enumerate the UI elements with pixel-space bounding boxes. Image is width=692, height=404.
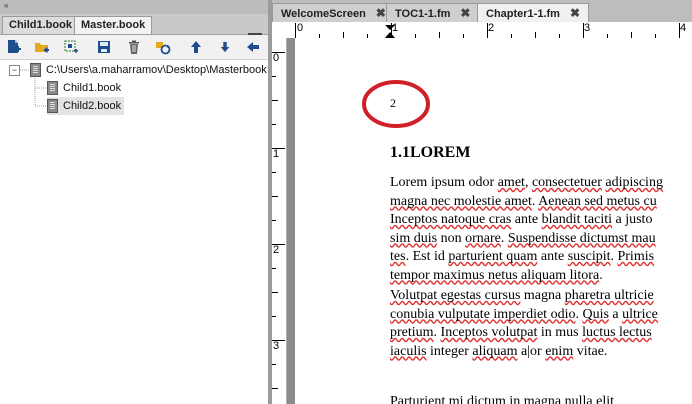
move-down-icon[interactable]: [216, 38, 234, 56]
tab-chapter1-1-fm[interactable]: Chapter1-1.fm ✖: [477, 3, 590, 22]
pod-top-bar: «: [0, 0, 268, 14]
page-margin-gap: [287, 38, 295, 404]
ruler-number: 3: [273, 340, 280, 352]
annotation-circle: [362, 80, 430, 128]
ruler-number: 4: [680, 22, 687, 34]
text-line: sim duis non ornare. Suspendisse dictums…: [390, 230, 656, 246]
document-area: WelcomeScreen ✖ TOC1-1.fm ✖ Chapter1-1.fm ✖…: [272, 0, 692, 404]
ruler-number: 0: [273, 52, 280, 64]
add-group-icon[interactable]: [62, 38, 80, 56]
text-line-partial: Parturient mi dictum in magna nulla elit: [390, 394, 614, 404]
tab-label: WelcomeScreen: [281, 8, 366, 20]
close-tab-icon[interactable]: ✖: [460, 6, 470, 20]
tree-item-label: C:\Users\a.maharramov\Desktop\Masterbook: [46, 64, 267, 76]
document-tab-strip: WelcomeScreen ✖ TOC1-1.fm ✖ Chapter1-1.fm ✖: [272, 0, 692, 23]
close-tab-icon[interactable]: ✖: [376, 6, 386, 20]
book-tree: − C:\Users\a.maharramov\Desktop\Masterbo…: [0, 60, 268, 404]
save-icon[interactable]: [95, 38, 113, 56]
vertical-ruler: 0 1 2 3: [272, 38, 287, 404]
text-line: tempor maximus netus aliquam litora.: [390, 267, 603, 283]
tab-master-book[interactable]: Master.book: [74, 16, 153, 34]
book-toolbar: [0, 35, 268, 60]
tab-label: TOC1-1.fm: [395, 8, 451, 20]
paragraph-1: Lorem ipsum odor amet, consectetuer adip…: [390, 174, 663, 285]
ruler-number: 3: [584, 22, 591, 34]
close-tab-icon[interactable]: ✖: [570, 6, 580, 20]
tree-collapse-toggle[interactable]: −: [9, 65, 20, 76]
section-heading: 1.1LOREM: [390, 144, 471, 161]
book-file-icon: [47, 81, 58, 96]
text-line: tes. Est id parturient quam ante suscipi…: [390, 249, 655, 264]
book-file-icon: [30, 63, 41, 78]
tab-label: Child1.book: [9, 19, 72, 31]
text-line: Volutpat egestas cursus magna pharetra u…: [390, 288, 654, 303]
text-line: Inceptos natoque cras ante blandit tacit…: [390, 212, 653, 227]
update-book-icon[interactable]: [154, 38, 172, 56]
collapse-panel-icon[interactable]: «: [4, 1, 9, 10]
ruler-number: 0: [297, 22, 304, 34]
text-line: conubia vulputate imperdiet odio. Quis a…: [390, 306, 658, 322]
tree-item-masterbook[interactable]: C:\Users\a.maharramov\Desktop\Masterbook: [30, 61, 267, 79]
delete-icon[interactable]: [125, 38, 143, 56]
ruler-number: 2: [273, 244, 280, 256]
tab-label: Master.book: [81, 19, 146, 31]
text-line: pretium. Inceptos volutpat in mus luctus…: [390, 325, 652, 340]
move-up-icon[interactable]: [187, 38, 205, 56]
book-pod: « Child1.book Master.book − C:\Users\a.m…: [0, 0, 268, 404]
ruler-number: 2: [488, 22, 495, 34]
text-line: Lorem ipsum odor amet, consectetuer adip…: [390, 175, 663, 190]
text-line: magna nec molestie amet. Aenean sed metu…: [390, 193, 657, 209]
tree-item-label: Child1.book: [63, 82, 122, 94]
text-line: iaculis integer aliquam a|or enim vitae.: [390, 343, 608, 359]
add-folder-icon[interactable]: [33, 38, 51, 56]
tree-item-label: Child2.book: [63, 100, 122, 112]
tab-label: Chapter1-1.fm: [486, 8, 560, 20]
book-file-icon: [47, 99, 58, 114]
tree-item-child2-book[interactable]: Child2.book: [47, 97, 125, 115]
horizontal-ruler: 0 1 2 3 4: [272, 22, 692, 39]
document-page[interactable]: 2 1.1LOREM Lorem ipsum odor amet, consec…: [295, 38, 692, 404]
tab-child1-book[interactable]: Child1.book: [2, 16, 79, 34]
indent-marker-icon[interactable]: [385, 25, 395, 38]
add-file-icon[interactable]: [5, 38, 23, 56]
book-tab-strip: Child1.book Master.book: [0, 14, 268, 43]
tab-welcomescreen[interactable]: WelcomeScreen ✖: [272, 3, 395, 22]
paragraph-2: Volutpat egestas cursus magna pharetra u…: [390, 287, 658, 361]
tree-item-child1-book[interactable]: Child1.book: [47, 79, 124, 97]
move-left-icon[interactable]: [244, 38, 262, 56]
ruler-number: 1: [273, 148, 280, 160]
tab-toc1-1-fm[interactable]: TOC1-1.fm ✖: [386, 3, 480, 22]
